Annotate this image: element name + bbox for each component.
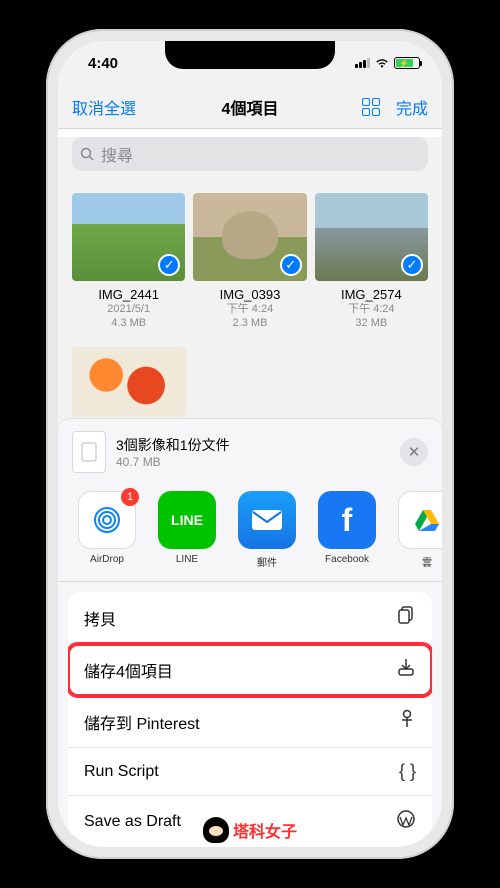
close-button[interactable]: ✕	[400, 438, 428, 466]
airdrop-app[interactable]: 1 AirDrop	[76, 491, 138, 569]
signal-icon	[355, 58, 370, 68]
file-grid-row2	[58, 337, 442, 427]
mail-app[interactable]: 郵件	[236, 491, 298, 569]
phone-frame: 4:40 ⚡ 取消全選 4個項目 完成 搜尋	[46, 29, 454, 859]
action-list: 拷貝 儲存4個項目 儲存到 Pinterest	[68, 592, 432, 847]
selected-check-icon: ✓	[401, 254, 423, 276]
action-label: Run Script	[84, 763, 159, 781]
app-label: 郵件	[236, 554, 298, 569]
action-label: 儲存4個項目	[84, 658, 173, 682]
airdrop-icon: 1	[78, 491, 136, 549]
share-apps-row[interactable]: 1 AirDrop LINE LINE 郵件 f Facebook	[58, 485, 442, 582]
selected-check-icon: ✓	[158, 254, 180, 276]
content-area: 搜尋 ✓ IMG_2441 2021/5/1 4.3 MB ✓ IMG_0393	[58, 137, 442, 427]
app-label: LINE	[156, 554, 218, 565]
file-name: IMG_2441	[72, 287, 185, 302]
action-label: 儲存到 Pinterest	[84, 710, 200, 734]
mail-icon	[238, 491, 296, 549]
copy-action[interactable]: 拷貝	[68, 592, 432, 644]
run-script-action[interactable]: Run Script { }	[68, 748, 432, 796]
document-icon	[72, 431, 106, 473]
notch	[165, 41, 335, 69]
action-label: Save as Draft	[84, 813, 181, 831]
search-placeholder: 搜尋	[101, 142, 133, 166]
file-size: 2.3 MB	[193, 316, 306, 330]
download-icon	[396, 657, 416, 682]
grid-view-icon[interactable]	[362, 98, 380, 116]
braces-icon: { }	[399, 761, 416, 782]
drive-icon	[398, 491, 442, 549]
sheet-header: 3個影像和1份文件 40.7 MB ✕	[58, 419, 442, 485]
action-label: 拷貝	[84, 606, 116, 630]
deselect-all-button[interactable]: 取消全選	[72, 95, 136, 119]
wordpress-icon	[396, 809, 416, 834]
status-time: 4:40	[88, 55, 118, 72]
thumbnail: ✓	[193, 193, 306, 281]
line-app[interactable]: LINE LINE	[156, 491, 218, 569]
thumbnail: ✓	[72, 193, 185, 281]
close-icon: ✕	[408, 443, 421, 461]
file-date: 下午 4:24	[193, 302, 306, 316]
app-label: 雲	[396, 554, 442, 569]
file-size: 4.3 MB	[72, 316, 185, 330]
copy-icon	[396, 605, 416, 630]
search-input[interactable]: 搜尋	[72, 137, 428, 171]
selected-check-icon: ✓	[280, 254, 302, 276]
done-button[interactable]: 完成	[396, 95, 428, 119]
wifi-icon	[374, 57, 390, 69]
file-name: IMG_2574	[315, 287, 428, 302]
thumbnail: ✓	[315, 193, 428, 281]
file-name: IMG_0393	[193, 287, 306, 302]
facebook-app[interactable]: f Facebook	[316, 491, 378, 569]
share-sheet: 3個影像和1份文件 40.7 MB ✕ 1 AirDrop LINE	[58, 419, 442, 847]
watermark-avatar-icon	[203, 817, 229, 843]
file-item[interactable]: ✓ IMG_0393 下午 4:24 2.3 MB	[193, 193, 306, 331]
status-indicators: ⚡	[355, 57, 420, 69]
drive-app[interactable]: 雲	[396, 491, 442, 569]
search-icon	[80, 147, 95, 162]
facebook-icon: f	[318, 491, 376, 549]
pin-icon	[398, 709, 416, 734]
sheet-subtitle: 40.7 MB	[116, 455, 230, 469]
file-grid: ✓ IMG_2441 2021/5/1 4.3 MB ✓ IMG_0393 下午…	[58, 179, 442, 337]
screen: 4:40 ⚡ 取消全選 4個項目 完成 搜尋	[58, 41, 442, 847]
app-label: AirDrop	[76, 554, 138, 565]
file-date: 下午 4:24	[315, 302, 428, 316]
line-icon: LINE	[158, 491, 216, 549]
save-items-action[interactable]: 儲存4個項目	[68, 644, 432, 696]
file-size: 32 MB	[315, 316, 428, 330]
file-item[interactable]: ✓ IMG_2441 2021/5/1 4.3 MB	[72, 193, 185, 331]
sheet-title: 3個影像和1份文件	[116, 435, 230, 455]
nav-bar: 取消全選 4個項目 完成	[58, 85, 442, 129]
watermark-text: 塔科女子	[233, 818, 297, 842]
watermark: 塔科女子	[203, 817, 297, 843]
badge: 1	[121, 488, 139, 506]
save-pinterest-action[interactable]: 儲存到 Pinterest	[68, 696, 432, 748]
file-date: 2021/5/1	[72, 302, 185, 316]
battery-icon: ⚡	[394, 57, 420, 69]
thumbnail[interactable]	[72, 347, 186, 417]
file-item[interactable]: ✓ IMG_2574 下午 4:24 32 MB	[315, 193, 428, 331]
app-label: Facebook	[316, 554, 378, 565]
